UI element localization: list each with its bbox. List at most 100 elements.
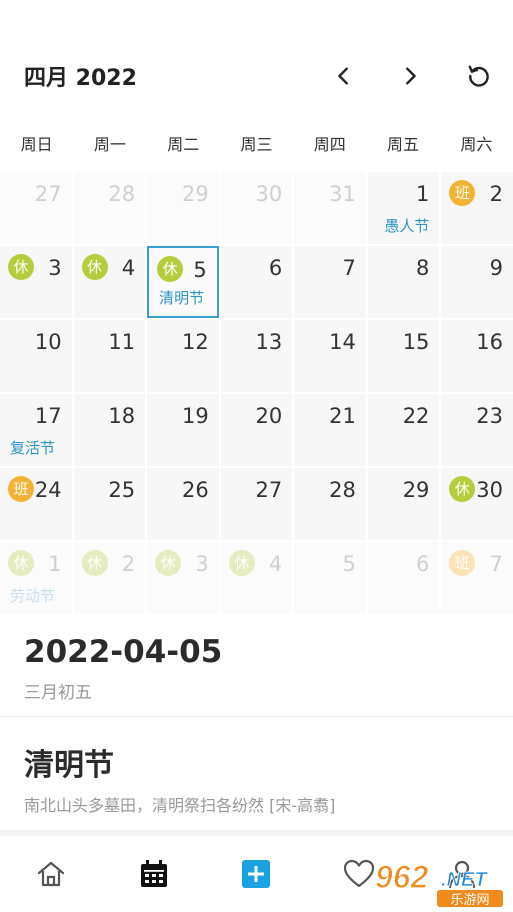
calendar-icon (140, 860, 167, 887)
holiday-badge: 休 (8, 254, 34, 280)
weekday-label: 周五 (387, 135, 420, 154)
holiday-badge: 休 (449, 476, 476, 502)
day-cell[interactable]: 休 1 劳动节 (0, 542, 72, 614)
heart-icon (343, 859, 375, 888)
festival-label: 清明节 (159, 289, 205, 307)
day-number: 10 (34, 330, 62, 354)
day-cell[interactable]: 26 (147, 468, 219, 540)
day-number: 27 (255, 478, 283, 502)
day-cell[interactable]: 休4 (73, 246, 146, 318)
day-cell[interactable]: 20 (220, 394, 293, 466)
day-cell[interactable]: 9 (441, 246, 513, 318)
day-number: 24 (34, 478, 62, 502)
day-number: 31 (329, 182, 356, 206)
day-number: 25 (108, 478, 136, 502)
add-icon (242, 860, 271, 888)
next-month-button[interactable] (392, 58, 428, 94)
day-cell[interactable]: 25 (73, 468, 146, 540)
day-number: 5 (193, 258, 207, 282)
day-cell[interactable]: 8 (367, 246, 440, 318)
day-cell[interactable]: 12 (147, 320, 219, 392)
day-number: 13 (255, 330, 283, 354)
day-cell[interactable]: 1 愚人节 (367, 172, 440, 244)
day-cell[interactable]: 27 (0, 172, 72, 244)
watermark-suffix: .NET (441, 869, 488, 891)
day-cell[interactable]: 17 复活节 (0, 394, 72, 466)
reset-today-button[interactable] (461, 58, 497, 94)
day-number: 7 (489, 552, 503, 576)
day-cell[interactable]: 休 5 清明节 (147, 246, 219, 318)
day-cell[interactable]: 班2 (441, 172, 513, 244)
weekday-label: 周一 (93, 135, 126, 154)
day-cell[interactable]: 27 (220, 468, 293, 540)
day-cell[interactable]: 6 (367, 542, 440, 614)
day-cell[interactable]: 11 (73, 320, 146, 392)
day-number: 29 (181, 182, 209, 206)
day-cell[interactable]: 15 (367, 320, 440, 392)
weekday-label: 周日 (20, 135, 53, 154)
day-cell[interactable]: 班 24 (0, 468, 72, 540)
home-icon (38, 861, 65, 887)
festival-name: 清明节 (24, 748, 114, 783)
nav-home[interactable] (0, 836, 103, 912)
festival-label: 复活节 (10, 439, 56, 457)
holiday-badge: 休 (157, 256, 184, 282)
holiday-badge: 休 (8, 550, 34, 576)
day-cell[interactable]: 休 30 (441, 468, 513, 540)
workday-badge: 班 (8, 476, 34, 502)
day-cell[interactable]: 14 (294, 320, 366, 392)
calendar-header: 四月 2022 (0, 0, 513, 120)
day-cell[interactable]: 19 (147, 394, 219, 466)
day-cell[interactable]: 13 (220, 320, 293, 392)
chevron-left-icon (338, 67, 348, 85)
day-number: 8 (416, 256, 430, 280)
day-number: 14 (329, 330, 356, 354)
day-number: 28 (108, 182, 136, 206)
nav-calendar[interactable] (103, 836, 206, 912)
day-number: 29 (402, 478, 430, 502)
day-cell[interactable]: 23 (441, 394, 513, 466)
day-number: 18 (108, 404, 136, 428)
selected-date-panel: 2022-04-05 三月初五 (0, 620, 513, 717)
lunar-date: 三月初五 (24, 683, 92, 703)
weekday-label: 周三 (240, 135, 273, 154)
workday-badge: 班 (449, 180, 476, 206)
day-cell[interactable]: 16 (441, 320, 513, 392)
holiday-badge: 休 (155, 550, 182, 576)
day-cell[interactable]: 10 (0, 320, 72, 392)
day-cell[interactable]: 22 (367, 394, 440, 466)
day-cell[interactable]: 休3 (0, 246, 72, 318)
festival-label: 劳动节 (10, 587, 56, 605)
watermark-main: 962 (375, 859, 429, 895)
day-cell[interactable]: 28 (73, 172, 146, 244)
day-cell[interactable]: 18 (73, 394, 146, 466)
day-number: 5 (342, 552, 356, 576)
month-title: 四月 2022 (24, 66, 137, 91)
nav-add[interactable] (205, 836, 308, 912)
day-number: 28 (329, 478, 356, 502)
festival-poem: 南北山头多墓田，清明祭扫各纷然 [宋-高翥] (24, 796, 336, 815)
day-number: 19 (181, 404, 209, 428)
day-cell[interactable]: 30 (220, 172, 293, 244)
day-cell[interactable]: 5 (294, 542, 366, 614)
day-number: 30 (255, 182, 283, 206)
workday-badge: 班 (449, 550, 476, 576)
day-cell[interactable]: 29 (147, 172, 219, 244)
day-cell[interactable]: 休3 (147, 542, 219, 614)
prev-month-button[interactable] (326, 58, 362, 94)
day-number: 20 (255, 404, 283, 428)
day-cell[interactable]: 休4 (220, 542, 293, 614)
day-cell[interactable]: 7 (294, 246, 366, 318)
day-number: 23 (476, 404, 503, 428)
day-number: 4 (268, 552, 283, 576)
day-cell[interactable]: 6 (220, 246, 293, 318)
day-cell[interactable]: 29 (367, 468, 440, 540)
day-number: 26 (181, 478, 209, 502)
day-cell[interactable]: 28 (294, 468, 366, 540)
day-cell[interactable]: 21 (294, 394, 366, 466)
day-cell[interactable]: 班7 (441, 542, 513, 614)
day-cell[interactable]: 31 (294, 172, 366, 244)
day-cell[interactable]: 休2 (73, 542, 146, 614)
refresh-icon (468, 65, 489, 87)
selected-date: 2022-04-05 (24, 634, 223, 670)
